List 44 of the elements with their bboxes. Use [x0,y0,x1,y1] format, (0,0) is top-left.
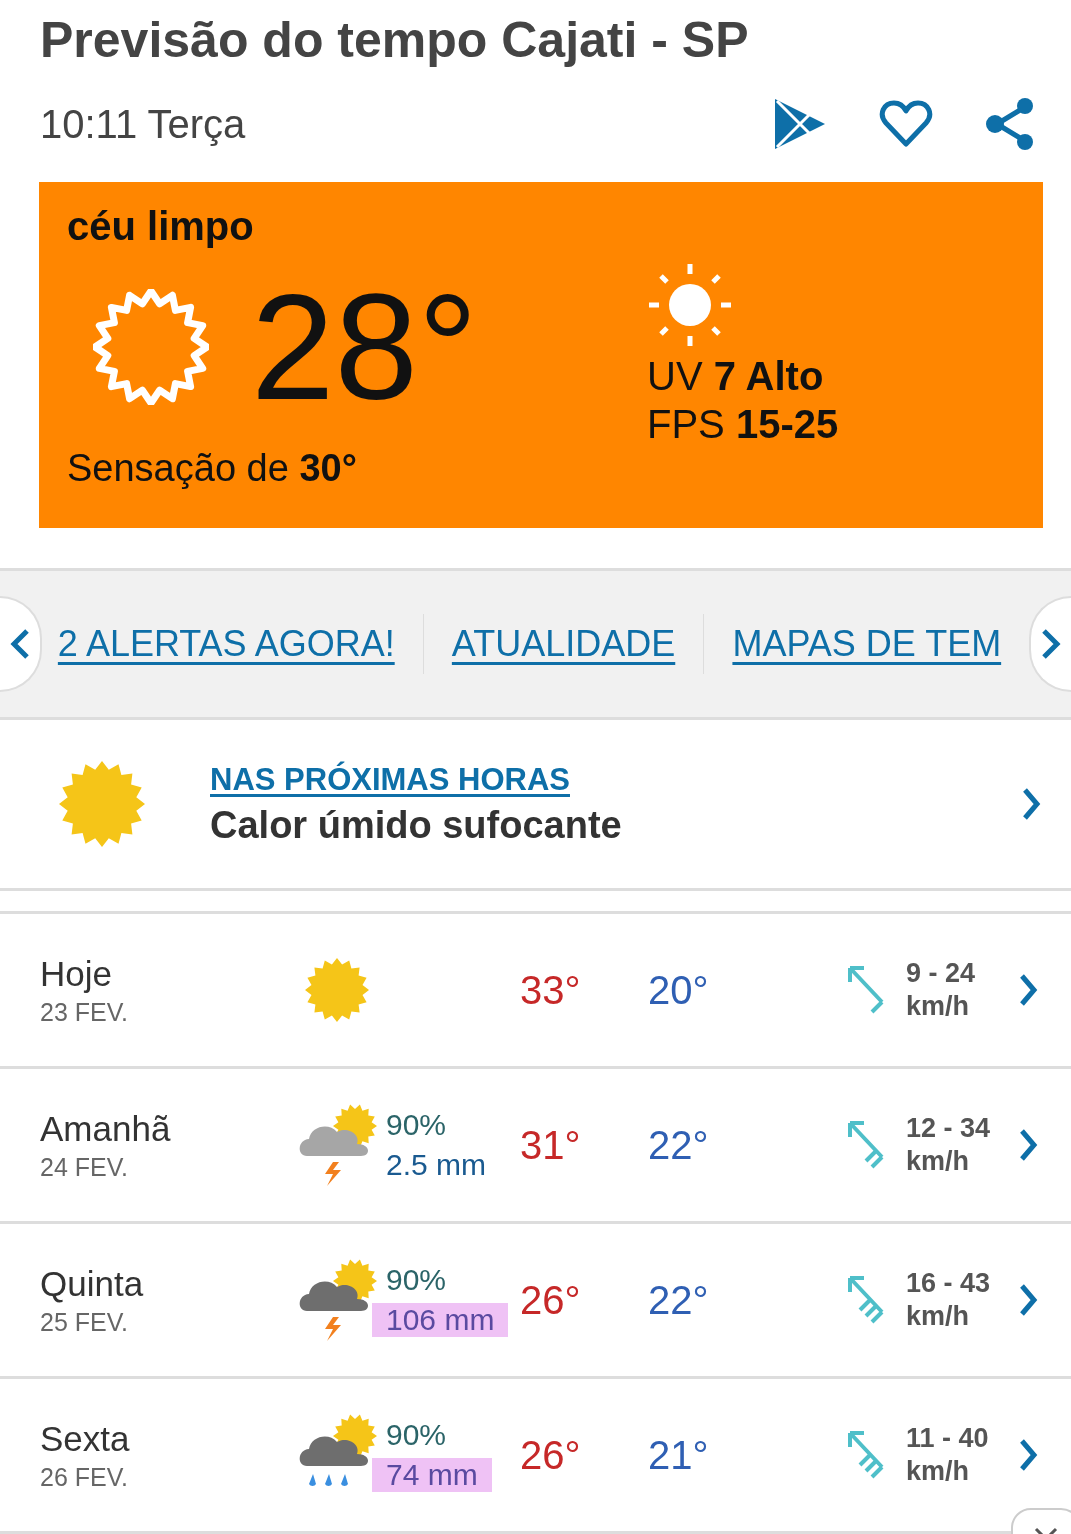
day-date: 24 FEV. [40,1152,130,1182]
max-temperature: 26° [520,1432,582,1478]
day-name: Sexta [40,1418,131,1459]
day-date: 23 FEV. [40,997,130,1027]
rain-chance: 90% [386,1108,448,1142]
wind-speed: 9 - 24 [906,957,977,990]
min-temperature: 20° [648,967,710,1013]
rain-chance: 90% [386,1418,448,1452]
nav-link[interactable]: MAPAS DE TEM [732,623,1002,665]
highlighted-rain-amount: 74 mm [372,1458,492,1492]
condition-text: céu limpo [67,204,255,249]
highlighted-rain-amount: 106 mm [372,1303,509,1337]
rain-amount: 2.5 mm [386,1148,487,1182]
nav-link[interactable]: 2 ALERTAS AGORA! [57,623,395,665]
wind-speed: 12 - 34 [906,1112,992,1145]
max-temperature: 31° [520,1122,582,1168]
wind-unit: km/h [906,990,971,1023]
min-temperature: 21° [648,1432,710,1478]
day-name: Quinta [40,1263,145,1304]
day-name: Hoje [40,953,113,994]
wind-unit: km/h [906,1455,971,1488]
nav-link[interactable]: ATUALIDADE [451,623,676,665]
min-temperature: 22° [648,1277,710,1323]
rain-chance: 90% [386,1263,448,1297]
day-date: 25 FEV. [40,1307,130,1337]
time-day: 10:11 Terça [40,101,246,147]
feels-like-text: Sensação de 30° [67,447,358,490]
temperature: 28° [251,277,478,417]
max-temperature: 26° [520,1277,582,1323]
forecast-row[interactable]: Amanhã 24 FEV. 90% 2.5 mm 31° 22° 12 - 34 km/h [0,1069,1071,1224]
uv-index-text: UV 7 Alto [647,353,825,400]
wind-speed: 16 - 43 [906,1267,992,1300]
sun-protection-text: FPS 15-25 [647,401,839,448]
page-title: Previsão do tempo Cajati - SP [39,11,750,70]
max-temperature: 33° [520,967,582,1013]
min-temperature: 22° [648,1122,710,1168]
wind-unit: km/h [906,1300,971,1333]
next-hours-summary: Calor úmido sufocante [210,803,623,847]
day-date: 26 FEV. [40,1462,130,1492]
next-hours-link[interactable]: NAS PRÓXIMAS HORAS [210,761,570,797]
wind-unit: km/h [906,1145,971,1178]
forecast-row[interactable]: Hoje 23 FEV. 33° 20° 9 - 24 km/h [0,914,1071,1069]
wind-speed: 11 - 40 [906,1422,990,1455]
day-name: Amanhã [40,1108,172,1149]
